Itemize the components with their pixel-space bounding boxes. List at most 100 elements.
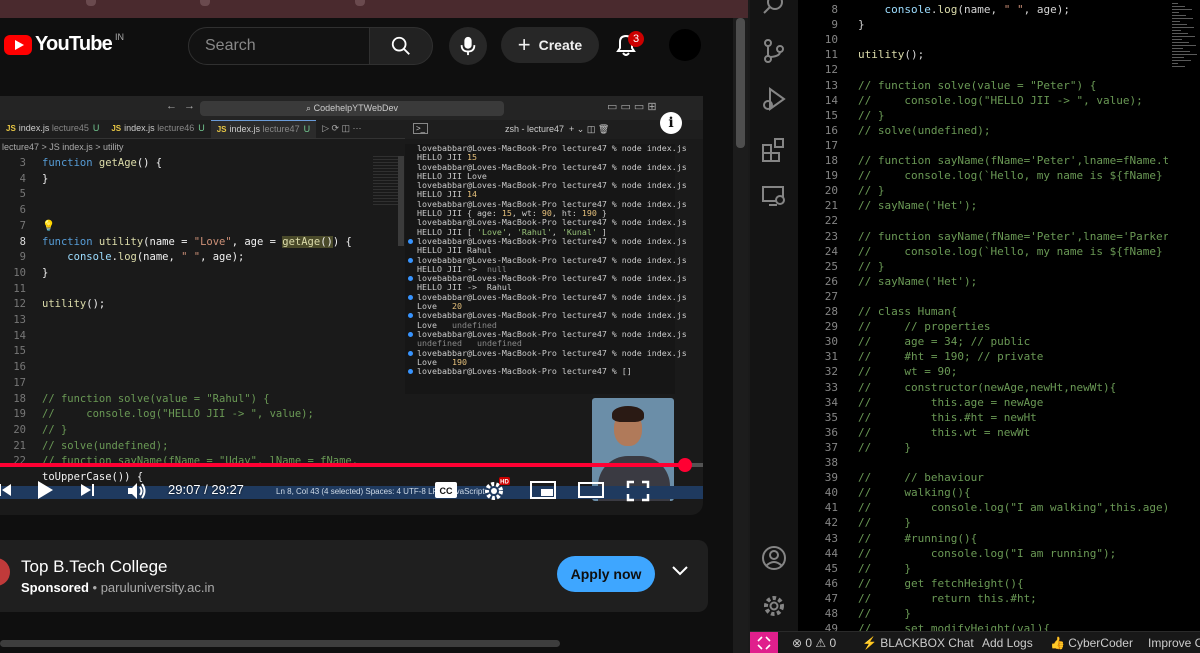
- mute-button[interactable]: [126, 481, 148, 506]
- activity-remote-explorer[interactable]: [761, 183, 787, 209]
- remote-icon: [757, 636, 771, 650]
- code-line[interactable]: 39// // behaviour: [798, 470, 1168, 485]
- progress-fill: [0, 463, 686, 467]
- code-line[interactable]: 21// sayName('Het');: [798, 198, 1168, 213]
- code-line[interactable]: 44// console.log("I am running");: [798, 546, 1168, 561]
- account-avatar[interactable]: [669, 29, 701, 61]
- code-editor[interactable]: 8 console.log(name, " ", age); 9} 10 11 util…: [798, 0, 1168, 631]
- activity-extensions[interactable]: [761, 137, 787, 163]
- scrubber-handle[interactable]: [678, 458, 693, 472]
- search-button[interactable]: [369, 27, 433, 65]
- create-button[interactable]: + Create: [501, 27, 599, 63]
- code-line[interactable]: 37// }: [798, 440, 1168, 455]
- code-line[interactable]: 28// class Human{: [798, 304, 1168, 319]
- code-line[interactable]: 20// }: [798, 183, 1168, 198]
- line-number: 9: [831, 18, 838, 32]
- add-logs-button[interactable]: Add Logs: [982, 636, 1033, 650]
- code-line[interactable]: 19// console.log(`Hello, my name is ${fN…: [798, 168, 1168, 183]
- code-line[interactable]: 24// console.log(`Hello, my name is ${fN…: [798, 244, 1168, 259]
- activity-run-debug[interactable]: [761, 86, 787, 112]
- gear-icon: [764, 596, 784, 616]
- ad-expand-button[interactable]: [671, 564, 689, 582]
- code-line[interactable]: 34// this.age = newAge: [798, 395, 1168, 410]
- progress-bar[interactable]: [0, 458, 703, 472]
- activity-source-control[interactable]: [761, 38, 787, 64]
- problems-indicator[interactable]: ⊗ 0 ⚠ 0: [792, 636, 836, 650]
- code-line[interactable]: 11 utility();: [798, 47, 1168, 62]
- code-line[interactable]: 23// function sayName(fName='Peter',lnam…: [798, 229, 1168, 244]
- info-icon[interactable]: i: [660, 112, 682, 134]
- blackbox-chat-button[interactable]: ⚡ BLACKBOX Chat: [862, 636, 974, 650]
- code-line[interactable]: 27: [798, 289, 1168, 304]
- recorded-code-line: 3 function getAge() {: [19, 157, 163, 169]
- voice-search-button[interactable]: [449, 27, 487, 65]
- terminal-status-dot: [408, 331, 413, 337]
- code-line[interactable]: 33// constructor(newAge,newHt,newWt){: [798, 380, 1168, 395]
- code-line[interactable]: 42// }: [798, 515, 1168, 530]
- fullscreen-button[interactable]: [626, 480, 650, 507]
- improve-code-button[interactable]: Improve Code: [1148, 636, 1200, 650]
- code-line[interactable]: 36// this.wt = newWt: [798, 425, 1168, 440]
- code-line[interactable]: 12: [798, 62, 1168, 77]
- code-line[interactable]: 29// // properties: [798, 319, 1168, 334]
- skip-previous-icon: [0, 484, 11, 496]
- code-line[interactable]: 43// #running(){: [798, 531, 1168, 546]
- activity-manage[interactable]: [761, 593, 787, 619]
- youtube-logo[interactable]: YouTube IN: [4, 32, 124, 56]
- code-line[interactable]: 45// }: [798, 561, 1168, 576]
- code-line[interactable]: 8 console.log(name, " ", age);: [798, 2, 1168, 17]
- code-line[interactable]: 46// get fetchHeight(){: [798, 576, 1168, 591]
- code-line[interactable]: 41// console.log("I am walking",this.age…: [798, 500, 1168, 515]
- cybercoder-button[interactable]: 👍 CyberCoder: [1050, 636, 1133, 650]
- ad-title[interactable]: Top B.Tech College: [21, 557, 167, 577]
- editor-minimap[interactable]: [1168, 0, 1200, 70]
- captions-button[interactable]: CC: [434, 480, 458, 505]
- code-line[interactable]: 18// function sayName(fName='Peter',lnam…: [798, 153, 1168, 168]
- line-number: 10: [824, 33, 838, 47]
- code-line[interactable]: 22: [798, 213, 1168, 228]
- code-line[interactable]: 38: [798, 455, 1168, 470]
- code-line[interactable]: 26// sayName('Het');: [798, 274, 1168, 289]
- notifications-button[interactable]: 3: [614, 31, 644, 60]
- remote-indicator-button[interactable]: [750, 632, 778, 653]
- code-line[interactable]: 16// solve(undefined);: [798, 123, 1168, 138]
- video-player[interactable]: ← → ⌕ CodehelpYTWebDev ▭ ▭ ▭ ⊞ JS index.j…: [0, 96, 703, 515]
- code-line[interactable]: 31// #ht = 190; // private: [798, 349, 1168, 364]
- recorded-code-line: 22// function sayName(fName = "Uday", lN…: [13, 455, 359, 468]
- settings-button[interactable]: HD: [482, 477, 510, 506]
- code-line[interactable]: 10: [798, 32, 1168, 47]
- activity-accounts[interactable]: [761, 545, 787, 571]
- apply-now-button[interactable]: Apply now: [557, 556, 655, 592]
- code-line[interactable]: 48// }: [798, 606, 1168, 621]
- recorded-code-line: 5: [19, 188, 26, 201]
- play-button[interactable]: [36, 480, 54, 505]
- browser-vertical-scrollbar[interactable]: [733, 18, 748, 653]
- code-line[interactable]: 32// wt = 90;: [798, 364, 1168, 379]
- code-line[interactable]: 47// return this.#ht;: [798, 591, 1168, 606]
- scrollbar-thumb[interactable]: [736, 18, 745, 148]
- code-line[interactable]: 9}: [798, 17, 1168, 32]
- code-line[interactable]: 49// set modifyHeight(val){: [798, 621, 1168, 631]
- line-number: 40: [824, 486, 838, 500]
- forward-arrow-icon: →: [184, 100, 195, 112]
- code-line[interactable]: 17: [798, 138, 1168, 153]
- search-input[interactable]: Search: [188, 27, 370, 65]
- code-line[interactable]: 30// age = 34; // public: [798, 334, 1168, 349]
- miniplayer-button[interactable]: [530, 480, 556, 505]
- code-line[interactable]: 25// }: [798, 259, 1168, 274]
- code-line[interactable]: 14// console.log("HELLO JII -> ", value)…: [798, 93, 1168, 108]
- next-button[interactable]: [80, 482, 96, 503]
- recorded-code-line: 7 💡: [19, 219, 56, 232]
- activity-search[interactable]: [761, 0, 787, 18]
- code-line[interactable]: 15// }: [798, 108, 1168, 123]
- sponsored-ad-card[interactable]: Top B.Tech College Sponsored • paruluniv…: [0, 540, 708, 612]
- theater-mode-button[interactable]: [578, 480, 604, 505]
- code-line[interactable]: 13// function solve(value = "Peter") {: [798, 78, 1168, 93]
- presenter-hair: [612, 406, 644, 422]
- search-icon: [763, 0, 783, 14]
- line-number: 49: [824, 622, 838, 631]
- code-line[interactable]: 40// walking(){: [798, 485, 1168, 500]
- horizontal-scrollbar[interactable]: [0, 640, 560, 647]
- code-line[interactable]: 35// this.#ht = newHt: [798, 410, 1168, 425]
- previous-button[interactable]: [0, 482, 12, 503]
